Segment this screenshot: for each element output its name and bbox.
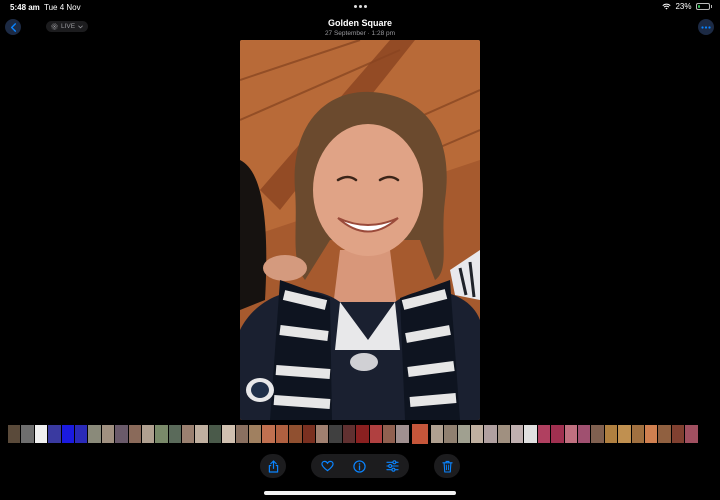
wifi-icon <box>662 3 672 10</box>
home-indicator[interactable] <box>264 491 456 495</box>
photo-filmstrip[interactable] <box>8 424 712 444</box>
filmstrip-thumb[interactable] <box>88 425 101 443</box>
filmstrip-thumb[interactable] <box>356 425 369 443</box>
more-button[interactable] <box>698 19 714 35</box>
filmstrip-thumb[interactable] <box>235 425 249 443</box>
info-button[interactable] <box>353 459 367 473</box>
filmstrip-thumb[interactable] <box>329 425 342 443</box>
filmstrip-thumb[interactable] <box>578 425 591 443</box>
filmstrip-thumb[interactable] <box>671 425 685 443</box>
photo-illustration <box>240 40 480 420</box>
trash-icon <box>441 460 453 473</box>
filmstrip-thumb[interactable] <box>101 425 115 443</box>
share-button[interactable] <box>260 454 286 478</box>
filmstrip-thumb[interactable] <box>551 425 564 443</box>
multitasking-dots[interactable] <box>354 5 367 8</box>
battery-percent: 23% <box>675 2 692 11</box>
filmstrip-thumb[interactable] <box>182 425 195 443</box>
ellipsis-icon <box>701 25 711 29</box>
share-icon <box>268 459 278 473</box>
filmstrip-thumb[interactable] <box>141 425 155 443</box>
battery-icon <box>695 3 710 10</box>
filmstrip-thumb[interactable] <box>74 425 88 443</box>
filmstrip-thumb[interactable] <box>430 425 444 443</box>
photo-location-title: Golden Square <box>327 18 392 28</box>
filmstrip-thumb[interactable] <box>618 425 631 443</box>
filmstrip-thumb[interactable] <box>61 425 74 443</box>
filmstrip-thumb[interactable] <box>168 425 182 443</box>
filmstrip-thumb[interactable] <box>289 425 302 443</box>
status-time: 5:48 am <box>10 3 40 12</box>
filmstrip-thumb[interactable] <box>302 425 315 443</box>
filmstrip-thumb[interactable] <box>128 425 141 443</box>
filmstrip-thumb[interactable] <box>249 425 262 443</box>
filmstrip-thumb[interactable] <box>524 425 537 443</box>
filmstrip-thumb[interactable] <box>658 425 671 443</box>
filmstrip-thumb[interactable] <box>396 425 409 443</box>
filmstrip-thumb[interactable] <box>631 425 644 443</box>
filmstrip-thumb[interactable] <box>195 425 208 443</box>
filmstrip-thumb[interactable] <box>685 425 698 443</box>
filmstrip-thumb[interactable] <box>315 425 329 443</box>
battery-cap <box>710 5 712 8</box>
main-photo[interactable] <box>240 40 480 420</box>
filmstrip-thumb[interactable] <box>564 425 578 443</box>
filmstrip-thumb[interactable] <box>262 425 275 443</box>
filmstrip-thumb[interactable] <box>591 425 604 443</box>
title-block: Golden Square 27 September · 1:28 pm <box>0 18 720 37</box>
favorite-button[interactable] <box>321 460 334 472</box>
photo-date-subtitle: 27 September · 1:28 pm <box>324 30 396 37</box>
filmstrip-thumb[interactable] <box>342 425 356 443</box>
filmstrip-thumb[interactable] <box>208 425 222 443</box>
filmstrip-thumb[interactable] <box>48 425 61 443</box>
filmstrip-thumb[interactable] <box>470 425 484 443</box>
filmstrip-thumb[interactable] <box>382 425 396 443</box>
heart-icon <box>321 460 334 472</box>
filmstrip-thumb[interactable] <box>34 425 48 443</box>
filmstrip-thumb[interactable] <box>444 425 457 443</box>
filmstrip-thumb[interactable] <box>8 425 21 443</box>
filmstrip-thumb-current[interactable] <box>411 424 428 444</box>
filmstrip-thumb[interactable] <box>511 425 524 443</box>
filmstrip-thumb[interactable] <box>484 425 497 443</box>
filmstrip-thumb[interactable] <box>21 425 34 443</box>
filmstrip-thumb[interactable] <box>369 425 382 443</box>
filmstrip-thumb[interactable] <box>497 425 511 443</box>
filmstrip-thumb[interactable] <box>537 425 551 443</box>
filmstrip-thumb[interactable] <box>604 425 618 443</box>
filmstrip-thumb[interactable] <box>275 425 289 443</box>
filmstrip-thumb[interactable] <box>115 425 128 443</box>
filmstrip-thumb[interactable] <box>155 425 168 443</box>
edit-button[interactable] <box>386 460 399 472</box>
filmstrip-thumb[interactable] <box>222 425 235 443</box>
photo-actions-group <box>311 454 409 478</box>
delete-button[interactable] <box>434 454 460 478</box>
status-bar: 5:48 am Tue 4 Nov 23% <box>0 0 720 16</box>
filmstrip-thumb[interactable] <box>457 425 470 443</box>
status-right: 23% <box>662 2 712 11</box>
status-date: Tue 4 Nov <box>44 3 81 12</box>
info-icon <box>353 459 367 473</box>
filmstrip-thumb[interactable] <box>644 425 658 443</box>
sliders-icon <box>386 460 399 472</box>
